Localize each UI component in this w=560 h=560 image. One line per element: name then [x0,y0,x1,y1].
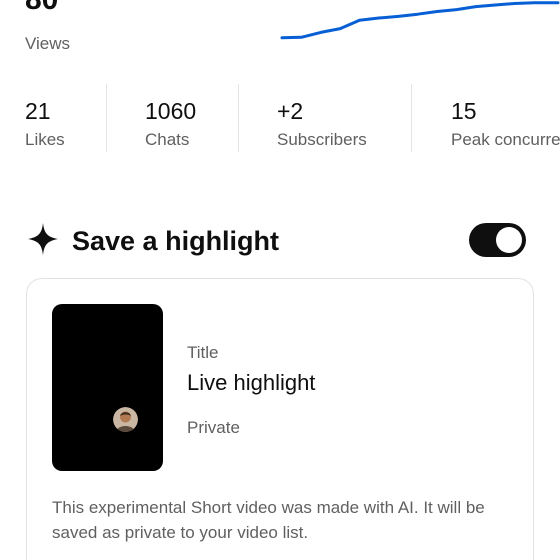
stat-peak-concurrent-value: 15 [451,98,477,124]
title-label: Title [187,343,219,362]
highlight-title[interactable]: Live highlight [187,369,315,397]
stat-divider [238,84,239,152]
ai-disclaimer: This experimental Short video was made w… [52,498,485,542]
live-analytics-screen: 80 Views 21 Likes 1060 Chats +2 Subscrib… [0,0,560,560]
stat-divider [411,84,412,152]
stat-divider [106,84,107,152]
sparkle-icon [28,223,58,255]
views-trend-chart [280,1,560,40]
views-count: 80 [25,0,58,18]
stat-likes-value: 21 [25,98,51,124]
save-highlight-toggle[interactable] [469,223,526,257]
privacy-status[interactable]: Private [187,418,240,438]
stat-subscribers-value: +2 [277,98,304,124]
stat-subscribers-label: Subscribers [277,130,367,149]
toggle-knob [496,227,522,253]
views-label: Views [25,34,71,53]
stat-peak-concurrent-label: Peak concurrent [451,130,560,149]
save-highlight-heading: Save a highlight [72,226,280,256]
stat-chats-value: 1060 [145,98,197,124]
stat-likes-label: Likes [25,130,65,149]
views-trend-line [280,1,560,40]
highlight-thumbnail[interactable] [52,304,163,471]
avatar [113,407,138,432]
stat-chats-label: Chats [145,130,190,149]
